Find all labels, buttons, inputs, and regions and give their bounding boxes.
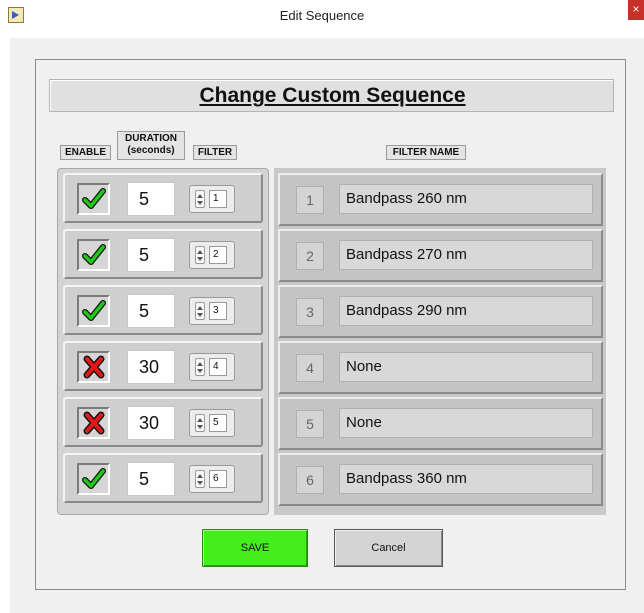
- sequence-row: 56: [63, 453, 263, 503]
- filter-name-field: Bandpass 270 nm: [339, 240, 593, 270]
- duration-input[interactable]: 5: [127, 462, 175, 496]
- duration-column-label-line1: DURATION: [124, 133, 178, 144]
- save-button[interactable]: SAVE: [202, 529, 308, 567]
- filter-name-column-label: FILTER NAME: [386, 145, 466, 160]
- increment-decrement-icon[interactable]: [195, 414, 205, 432]
- filter-numeric-control: 4: [189, 353, 235, 381]
- filter-number-input[interactable]: 1: [209, 190, 227, 208]
- filter-name-row: 5 None: [278, 397, 603, 450]
- increment-decrement-icon[interactable]: [195, 358, 205, 376]
- sequence-row: 53: [63, 285, 263, 335]
- filter-index: 1: [296, 186, 324, 214]
- enable-toggle-button[interactable]: [77, 463, 110, 495]
- filter-name-row: 3 Bandpass 290 nm: [278, 285, 603, 338]
- filter-index: 2: [296, 242, 324, 270]
- filter-name-field: Bandpass 360 nm: [339, 464, 593, 494]
- filter-numeric-control: 1: [189, 185, 235, 213]
- duration-input[interactable]: 5: [127, 238, 175, 272]
- header-bar: Change Custom Sequence: [49, 79, 614, 112]
- filter-name-field: Bandpass 260 nm: [339, 184, 593, 214]
- filter-number-input[interactable]: 6: [209, 470, 227, 488]
- increment-decrement-icon[interactable]: [195, 302, 205, 320]
- filter-name-column-label-text: FILTER NAME: [392, 147, 460, 158]
- filter-column-label-text: FILTER: [197, 147, 233, 158]
- filter-numeric-control: 6: [189, 465, 235, 493]
- filter-name-row: 6 Bandpass 360 nm: [278, 453, 603, 506]
- filter-name-row: 4 None: [278, 341, 603, 394]
- filter-name-field: Bandpass 290 nm: [339, 296, 593, 326]
- page-title: Change Custom Sequence: [199, 84, 466, 107]
- filter-number-input[interactable]: 4: [209, 358, 227, 376]
- enable-column-label: ENABLE: [60, 145, 111, 160]
- sequence-row: 52: [63, 229, 263, 279]
- filter-numeric-control: 5: [189, 409, 235, 437]
- title-bar: Edit Sequence ×: [0, 0, 644, 30]
- filter-name-field: None: [339, 352, 593, 382]
- enable-toggle-button[interactable]: [77, 407, 110, 439]
- duration-input[interactable]: 5: [127, 182, 175, 216]
- duration-input[interactable]: 5: [127, 294, 175, 328]
- increment-decrement-icon[interactable]: [195, 470, 205, 488]
- duration-input[interactable]: 30: [127, 350, 175, 384]
- filter-number-input[interactable]: 2: [209, 246, 227, 264]
- filter-name-field: None: [339, 408, 593, 438]
- filter-index: 6: [296, 466, 324, 494]
- filter-numeric-control: 3: [189, 297, 235, 325]
- increment-decrement-icon[interactable]: [195, 246, 205, 264]
- enable-toggle-button[interactable]: [77, 183, 110, 215]
- filter-numeric-control: 2: [189, 241, 235, 269]
- duration-column-label-line2: (seconds): [127, 144, 175, 156]
- enable-toggle-button[interactable]: [77, 295, 110, 327]
- enable-toggle-button[interactable]: [77, 239, 110, 271]
- sequence-row: 30 4: [63, 341, 263, 391]
- filter-number-input[interactable]: 3: [209, 302, 227, 320]
- enable-column-label-text: ENABLE: [64, 147, 107, 158]
- enable-toggle-button[interactable]: [77, 351, 110, 383]
- window-title: Edit Sequence: [279, 8, 365, 23]
- sequence-row: 30 5: [63, 397, 263, 447]
- filter-column-label: FILTER: [193, 145, 237, 160]
- filter-name-row: 1 Bandpass 260 nm: [278, 173, 603, 226]
- duration-input[interactable]: 30: [127, 406, 175, 440]
- filter-name-row: 2 Bandpass 270 nm: [278, 229, 603, 282]
- filter-number-input[interactable]: 5: [209, 414, 227, 432]
- filter-index: 5: [296, 410, 324, 438]
- increment-decrement-icon[interactable]: [195, 190, 205, 208]
- filter-index: 3: [296, 298, 324, 326]
- filter-index: 4: [296, 354, 324, 382]
- close-icon[interactable]: ×: [628, 0, 644, 20]
- duration-column-label: DURATION (seconds): [117, 131, 185, 160]
- sequence-row: 51: [63, 173, 263, 223]
- cancel-button[interactable]: Cancel: [334, 529, 443, 567]
